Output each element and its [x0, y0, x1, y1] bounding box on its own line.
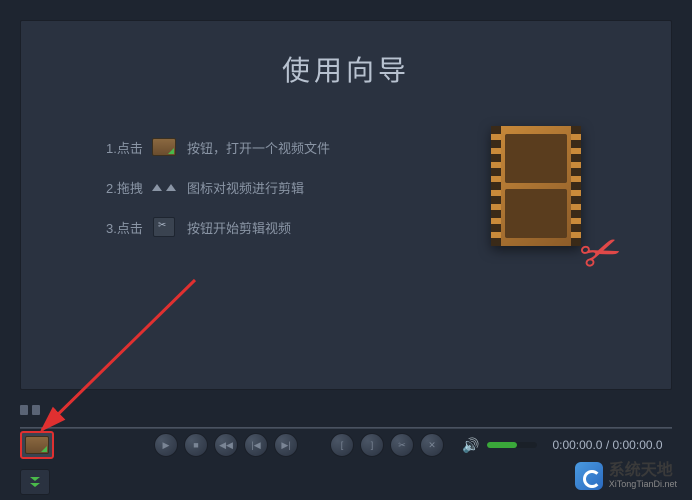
open-file-button[interactable]: [20, 431, 54, 459]
play-button[interactable]: ▶: [154, 433, 178, 457]
step-prefix: 2.拖拽: [106, 178, 151, 197]
folder-icon: [25, 436, 49, 454]
watermark-url: XiTongTianDi.net: [609, 480, 677, 490]
prev-button[interactable]: ◀◀: [214, 433, 238, 457]
film-scissors-graphic: ✂: [491, 126, 611, 266]
delete-button[interactable]: ✕: [420, 433, 444, 457]
volume-slider[interactable]: [487, 442, 537, 448]
mark-in-button[interactable]: [: [330, 433, 354, 457]
watermark-name: 系统天地: [609, 462, 677, 480]
wizard-title: 使用向导: [21, 49, 671, 89]
expand-button[interactable]: [20, 469, 50, 495]
step-prefix: 3.点击: [106, 218, 151, 237]
time-current: 0:00:00.0: [552, 438, 602, 452]
timeline-marker[interactable]: [32, 405, 40, 415]
drag-arrows-icon: [151, 176, 177, 198]
playback-controls: ▶ ■ ◀◀ |◀ ▶| [ ] ✂ ✕ 🔊 0:00:00.0 / 0:00:…: [20, 428, 672, 462]
timeline-marker[interactable]: [20, 405, 28, 415]
cut-button[interactable]: ✂: [390, 433, 414, 457]
step-text: 按钮开始剪辑视频: [187, 218, 291, 237]
timeline[interactable]: [20, 405, 672, 423]
wizard-panel: 使用向导 1.点击 按钮，打开一个视频文件 2.拖拽 图标对视频进行剪辑 3.点…: [20, 20, 672, 390]
folder-icon: [151, 136, 177, 158]
next-frame-button[interactable]: ▶|: [274, 433, 298, 457]
chevron-down-icon: [30, 477, 40, 481]
watermark-logo-icon: [575, 462, 603, 490]
watermark: 系统天地 XiTongTianDi.net: [575, 462, 677, 490]
volume-icon[interactable]: 🔊: [462, 437, 479, 454]
step-text: 图标对视频进行剪辑: [187, 178, 304, 197]
step-prefix: 1.点击: [106, 138, 151, 157]
time-total: 0:00:00.0: [613, 438, 663, 452]
chevron-down-icon: [30, 483, 40, 487]
time-display: 0:00:00.0 / 0:00:00.0: [552, 438, 662, 452]
cut-icon: [151, 216, 177, 238]
stop-button[interactable]: ■: [184, 433, 208, 457]
step-text: 按钮，打开一个视频文件: [187, 138, 330, 157]
mark-out-button[interactable]: ]: [360, 433, 384, 457]
prev-frame-button[interactable]: |◀: [244, 433, 268, 457]
